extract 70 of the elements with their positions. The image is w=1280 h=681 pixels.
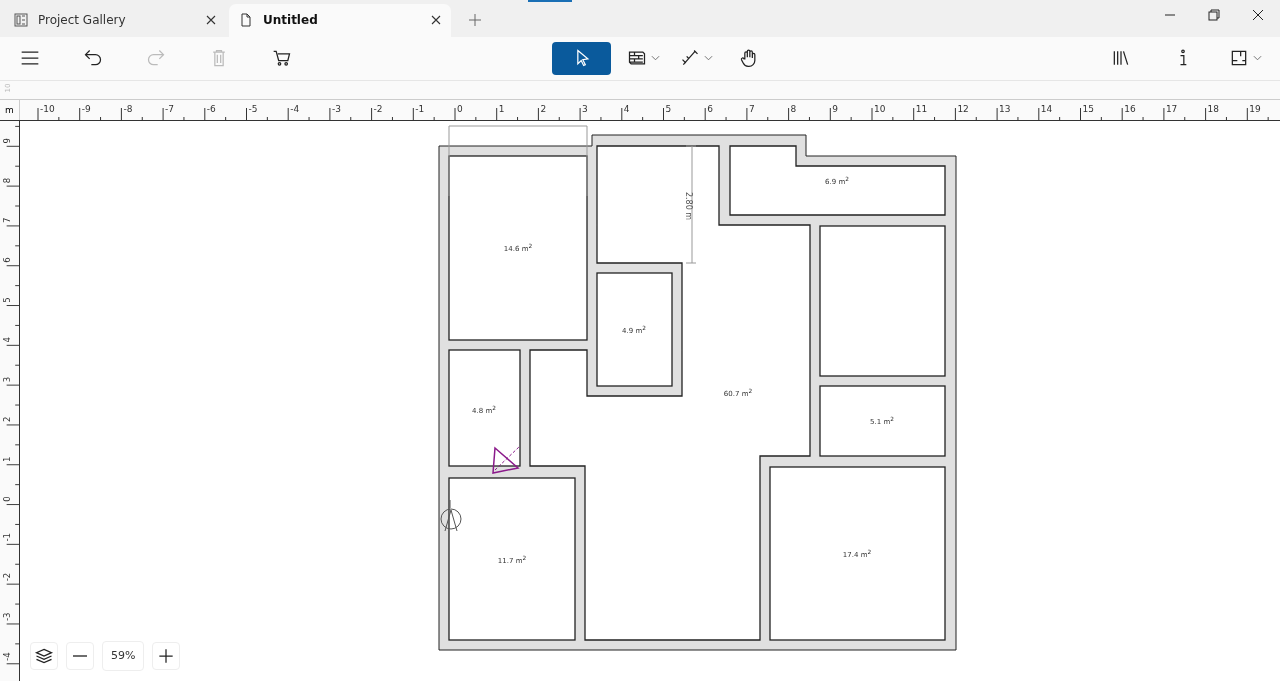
ruler-label: 9	[2, 138, 13, 144]
ruler-label: 5	[665, 104, 672, 114]
ruler-label: 9	[832, 104, 839, 114]
ruler-label: 2	[540, 104, 547, 114]
ruler-label: -10	[40, 104, 55, 114]
ruler-label: 12	[957, 104, 969, 114]
ruler-label: -2	[2, 572, 13, 582]
ruler-label: -1	[2, 532, 13, 542]
caret-icon	[1253, 55, 1262, 62]
gallery-icon	[14, 13, 28, 28]
ruler-label: -5	[248, 104, 258, 114]
ruler-label: 8	[790, 104, 797, 114]
close-icon[interactable]	[431, 15, 441, 26]
ruler-label: 0	[2, 496, 13, 502]
compass-icon	[440, 499, 462, 532]
caret-icon	[704, 55, 713, 62]
restore-icon[interactable]	[1208, 8, 1220, 21]
ruler-unit: m	[0, 100, 20, 120]
ruler-label: 0	[457, 104, 463, 114]
ruler-label: 4	[623, 104, 630, 114]
ruler-label: 14	[1040, 104, 1053, 114]
tab-label: Untitled	[263, 13, 319, 28]
ruler-label: -9	[81, 104, 91, 114]
tab[interactable]: Project Gallery	[4, 3, 226, 37]
ruler-label: 15	[1082, 104, 1094, 114]
ruler-label: -1	[415, 104, 425, 114]
ruler-label: 17	[1165, 104, 1178, 114]
cart-icon	[272, 48, 292, 69]
ruler-label: 13	[999, 104, 1011, 114]
ruler-label: 10	[874, 104, 886, 114]
ruler-label: -3	[331, 104, 341, 114]
ruler-label: 3	[582, 104, 588, 114]
door-marker-icon	[492, 445, 521, 474]
ruler-label: 19	[1249, 104, 1261, 114]
ruler-label: 8	[2, 177, 13, 184]
document-icon	[239, 13, 253, 28]
ruler-label: 1	[2, 456, 13, 462]
ruler-label: 2	[2, 416, 13, 423]
zoom-out-button[interactable]	[66, 642, 94, 670]
ruler-label: 4	[2, 337, 13, 343]
ruler-label: 3	[2, 376, 13, 383]
ruler-label: 6	[2, 257, 13, 263]
new-tab-icon[interactable]	[469, 13, 481, 26]
ruler-label: -7	[165, 104, 175, 114]
select-button[interactable]	[552, 41, 611, 75]
ruler-label: -4	[2, 652, 13, 661]
ruler-label: 11	[915, 104, 928, 114]
ruler-label: 1	[498, 104, 505, 114]
zoom-in-button[interactable]	[152, 642, 181, 670]
ruler-label: 18	[1207, 104, 1220, 114]
close-icon[interactable]	[1252, 8, 1264, 21]
close-icon[interactable]	[206, 15, 216, 26]
layers-button[interactable]	[30, 642, 58, 670]
ruler-label: 7	[2, 217, 13, 224]
ruler-label: 7	[748, 104, 755, 114]
ruler-label: -4	[290, 104, 300, 114]
minus-icon	[73, 655, 87, 657]
ruler-label: -3	[2, 612, 13, 622]
caret-icon	[651, 55, 660, 62]
dimension-label: 2.80 m	[683, 191, 693, 221]
ruler-label: 6	[707, 104, 713, 114]
layers-icon	[34, 646, 54, 666]
ruler-label: -8	[123, 104, 133, 114]
tab[interactable]: Untitled	[229, 3, 451, 37]
ruler-label: 16	[1124, 104, 1136, 114]
zoom-level: 59%	[102, 641, 145, 671]
tab-label: Project Gallery	[38, 13, 127, 28]
ruler-label: 5	[2, 297, 13, 303]
ruler-label: -2	[373, 104, 383, 114]
ruler-label: -6	[206, 104, 216, 114]
